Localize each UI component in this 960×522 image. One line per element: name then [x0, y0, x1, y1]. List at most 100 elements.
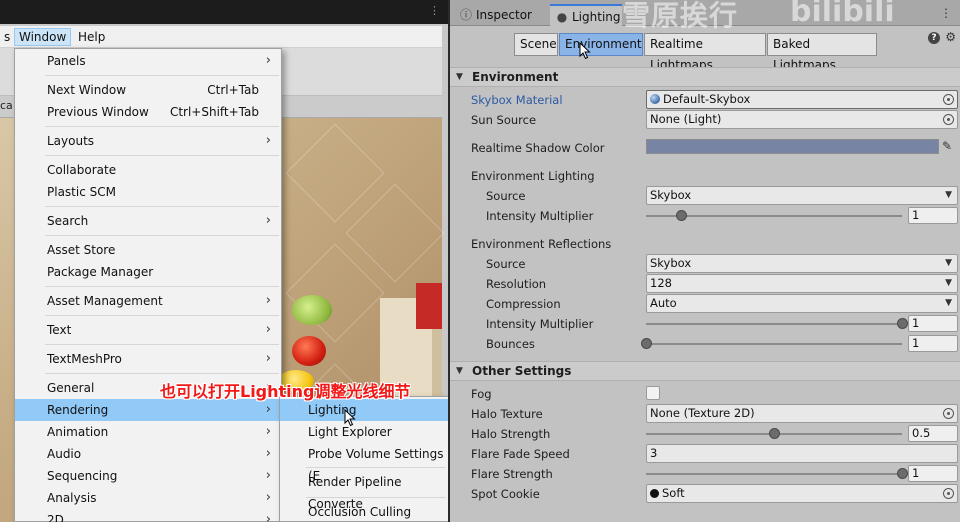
menu-item-plastic-scm[interactable]: Plastic SCM: [15, 181, 281, 203]
flare-fade-speed-input[interactable]: 3: [646, 444, 958, 463]
object-picker-icon[interactable]: [943, 114, 954, 125]
menu-item-search[interactable]: Search ›: [15, 210, 281, 232]
compression-value: Auto: [650, 296, 677, 310]
object-picker-icon[interactable]: [943, 94, 954, 105]
scene-tomato: [292, 336, 326, 366]
window-kebab-icon[interactable]: ⋮: [940, 6, 952, 20]
lightbulb-icon: ●: [556, 10, 568, 24]
dropdown-caret-icon: ▼: [945, 258, 952, 268]
menu-item-label: Plastic SCM: [47, 185, 116, 199]
gear-icon[interactable]: ⚙: [945, 30, 956, 44]
environment-section-header[interactable]: ▼ Environment: [450, 67, 960, 87]
halo-texture-field[interactable]: None (Texture 2D): [646, 404, 958, 423]
tab-baked-lightmaps[interactable]: Baked Lightmaps: [767, 33, 877, 72]
menu-item-textmeshpro[interactable]: TextMeshPro ›: [15, 348, 281, 370]
reflection-intensity-slider[interactable]: [646, 323, 902, 325]
halo-strength-knob[interactable]: [768, 428, 780, 439]
menu-item-panels[interactable]: Panels ›: [15, 50, 281, 72]
object-picker-icon[interactable]: [943, 488, 954, 499]
resolution-dropdown[interactable]: 128 ▼: [646, 274, 958, 293]
menu-item-asset-store[interactable]: Asset Store: [15, 239, 281, 261]
other-settings-section-header[interactable]: ▼ Other Settings: [450, 361, 960, 381]
lighting-intensity-input[interactable]: 1: [908, 207, 958, 224]
flare-strength-slider[interactable]: [646, 473, 902, 475]
menu-item-sequencing[interactable]: Sequencing ›: [15, 465, 281, 487]
spot-cookie-field[interactable]: Soft: [646, 484, 958, 503]
menu-help[interactable]: Help: [74, 28, 109, 46]
submenu-item-probe-volume-settings-e[interactable]: Probe Volume Settings (E: [280, 443, 448, 483]
spot-cookie-label: Spot Cookie: [471, 487, 540, 501]
menu-item-analysis[interactable]: Analysis ›: [15, 487, 281, 509]
submenu-item-occlusion-culling[interactable]: Occlusion Culling: [280, 501, 448, 522]
menu-bar: s Window Help: [0, 26, 442, 48]
environment-reflections-group: Environment Reflections: [450, 234, 960, 254]
object-picker-icon[interactable]: [943, 408, 954, 419]
skybox-material-field[interactable]: Default-Skybox: [646, 90, 958, 109]
bounces-input[interactable]: 1: [908, 335, 958, 352]
menu-item-animation[interactable]: Animation ›: [15, 421, 281, 443]
lighting-source-value: Skybox: [650, 188, 692, 202]
reflection-source-dropdown[interactable]: Skybox ▼: [646, 254, 958, 273]
menu-item-label: Package Manager: [47, 265, 154, 279]
tab-lighting-label: Lighting: [572, 10, 621, 24]
flare-strength-knob[interactable]: [896, 468, 908, 479]
menu-partial-item[interactable]: s: [0, 28, 14, 46]
menu-item-label: General: [47, 381, 95, 395]
scene-red-box: [416, 283, 442, 329]
bounces-knob[interactable]: [640, 338, 652, 349]
menu-item-2d[interactable]: 2D ›: [15, 509, 281, 522]
menu-item-package-manager[interactable]: Package Manager: [15, 261, 281, 283]
tab-inspector-label: Inspector: [476, 8, 532, 22]
scene-tab-label[interactable]: ca: [0, 99, 13, 112]
submenu-item-render-pipeline-converte[interactable]: Render Pipeline Converte: [280, 471, 448, 511]
menu-item-label: Previous Window: [47, 105, 149, 119]
halo-strength-input[interactable]: 0.5: [908, 425, 958, 442]
menu-item-previous-window[interactable]: Previous Window Ctrl+Shift+Tab: [15, 101, 281, 123]
sun-source-field[interactable]: None (Light): [646, 110, 958, 129]
chevron-right-icon: ›: [265, 213, 271, 228]
flare-strength-input[interactable]: 1: [908, 465, 958, 482]
environment-lighting-group: Environment Lighting: [450, 166, 960, 186]
fog-row: Fog: [450, 384, 960, 404]
title-kebab-icon[interactable]: ⋮: [429, 4, 440, 17]
foldout-arrow-icon: ▼: [456, 366, 463, 376]
menu-separator: [45, 315, 279, 316]
shadow-color-swatch[interactable]: [646, 139, 939, 154]
menu-item-collaborate[interactable]: Collaborate: [15, 159, 281, 181]
help-icon[interactable]: ?: [928, 32, 940, 44]
eyedropper-icon[interactable]: ✎: [942, 139, 952, 153]
tab-realtime-lightmaps[interactable]: Realtime Lightmaps: [644, 33, 766, 72]
menu-item-text[interactable]: Text ›: [15, 319, 281, 341]
tab-environment[interactable]: Environment: [559, 33, 643, 56]
reflection-intensity-knob[interactable]: [896, 318, 908, 329]
tab-inspector[interactable]: ⓘ Inspector: [454, 4, 548, 26]
lighting-intensity-knob[interactable]: [676, 210, 688, 221]
info-icon: ⓘ: [460, 8, 473, 22]
other-settings-title: Other Settings: [472, 364, 572, 378]
bounces-slider[interactable]: [646, 343, 902, 345]
menu-separator: [45, 373, 279, 374]
menu-item-asset-management[interactable]: Asset Management ›: [15, 290, 281, 312]
compression-dropdown[interactable]: Auto ▼: [646, 294, 958, 313]
tab-lighting[interactable]: ● Lighting: [550, 4, 622, 26]
submenu-item-lighting[interactable]: Lighting: [280, 399, 448, 421]
reflection-intensity-input[interactable]: 1: [908, 315, 958, 332]
fog-checkbox[interactable]: [646, 386, 660, 400]
menu-item-rendering[interactable]: Rendering ›: [15, 399, 281, 421]
sun-source-value: None (Light): [650, 112, 722, 126]
dropdown-caret-icon: ▼: [945, 190, 952, 200]
menu-item-next-window[interactable]: Next Window Ctrl+Tab: [15, 79, 281, 101]
tab-scene[interactable]: Scene: [514, 33, 558, 56]
halo-strength-label: Halo Strength: [471, 427, 551, 441]
menu-item-layouts[interactable]: Layouts ›: [15, 130, 281, 152]
tutorial-caption: 也可以打开Lighting调整光线细节: [160, 382, 411, 401]
menu-window[interactable]: Window: [14, 28, 72, 46]
realtime-shadow-color-label: Realtime Shadow Color: [471, 141, 605, 155]
menu-item-label: Sequencing: [47, 469, 118, 483]
lighting-source-dropdown[interactable]: Skybox ▼: [646, 186, 958, 205]
submenu-item-light-explorer[interactable]: Light Explorer: [280, 421, 448, 443]
menu-item-audio[interactable]: Audio ›: [15, 443, 281, 465]
floor-tile: [285, 243, 385, 343]
chevron-right-icon: ›: [265, 53, 271, 68]
bounces-label: Bounces: [486, 337, 535, 351]
